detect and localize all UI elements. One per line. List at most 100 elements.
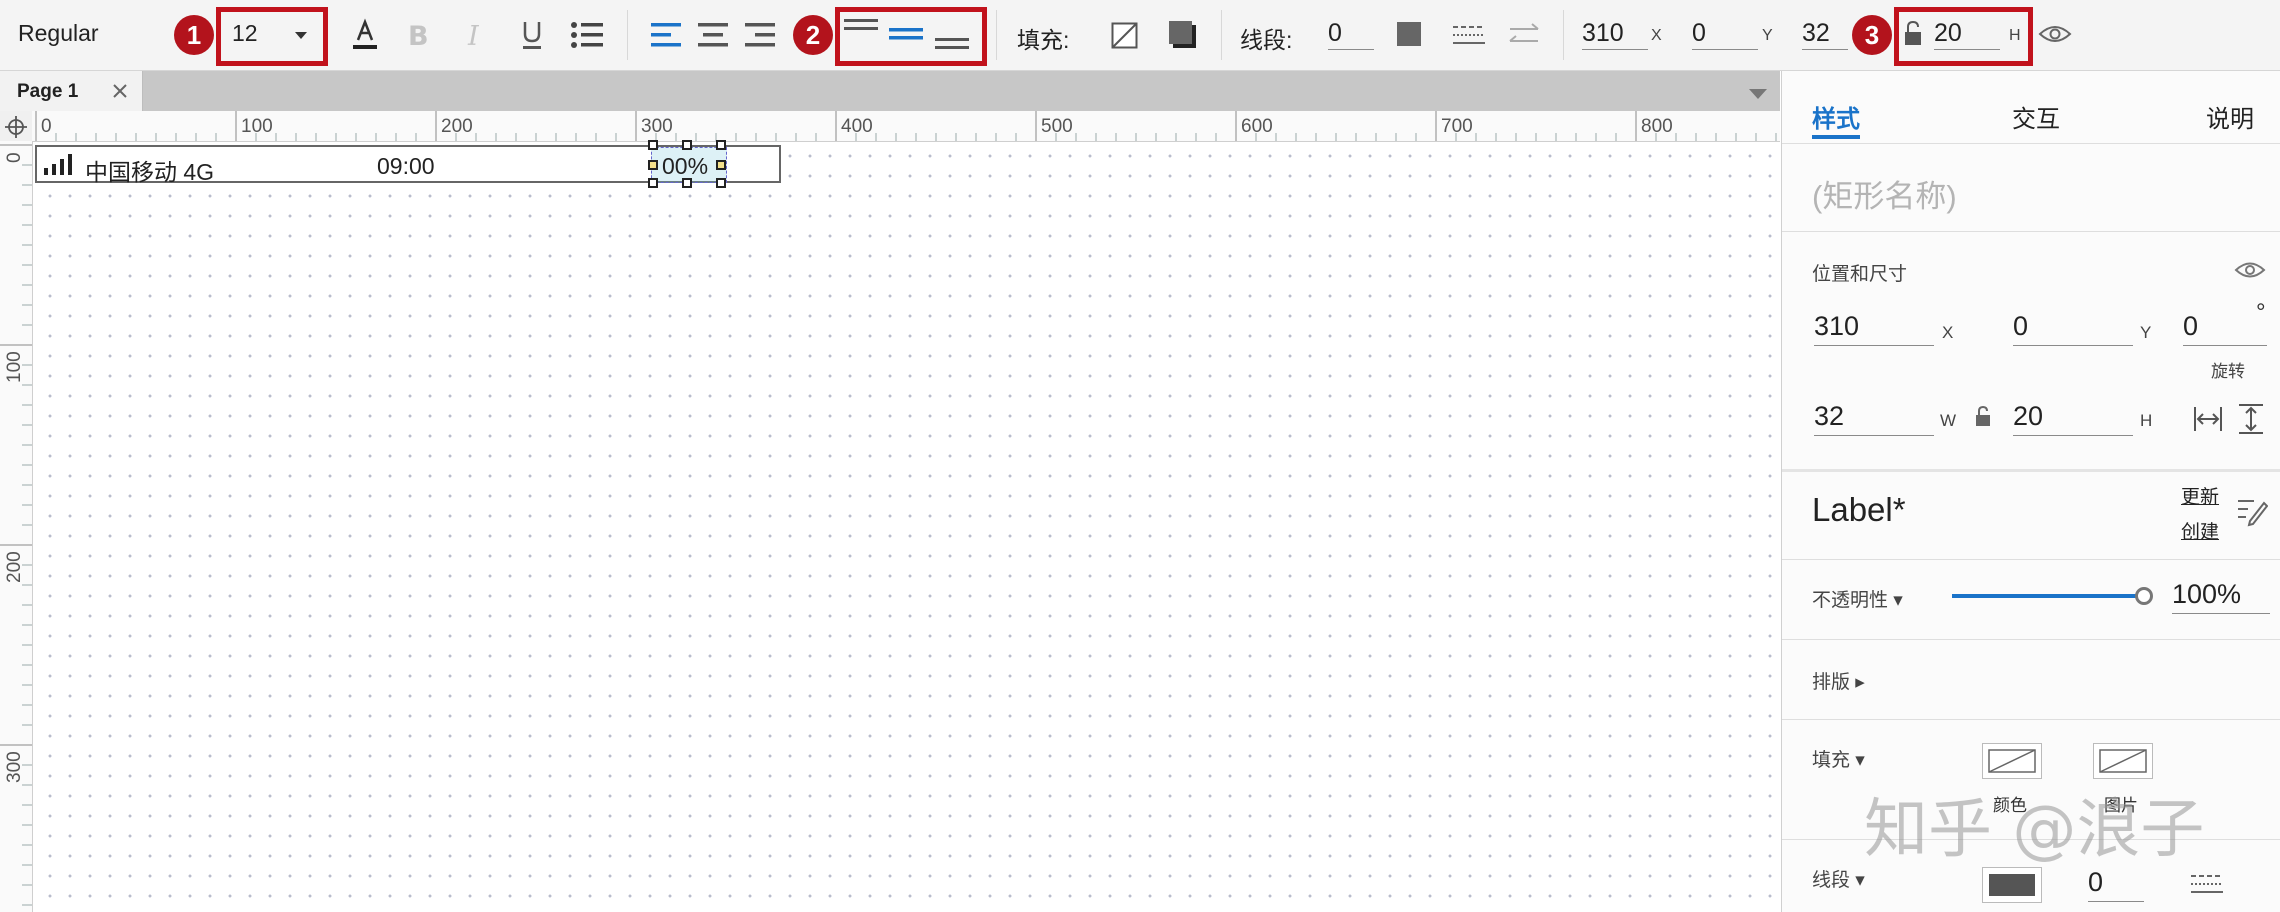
align-left-icon[interactable] <box>651 21 681 49</box>
update-style-link[interactable]: 更新 <box>2181 482 2219 509</box>
resize-handle[interactable] <box>682 178 692 188</box>
divider <box>1782 143 2280 144</box>
toolbar: Regular 1 12 B I 2 填充: 线段: 0 310 X 0 Y 3… <box>0 0 2280 71</box>
crosshair-icon[interactable] <box>5 116 27 138</box>
opacity-slider-track[interactable] <box>1952 594 2144 598</box>
no-fill-icon[interactable] <box>1111 22 1139 50</box>
shape-name-input[interactable]: (矩形名称) <box>1812 171 1957 216</box>
opacity-input[interactable]: 100% <box>2172 575 2270 614</box>
fill-shadow-icon[interactable] <box>1168 20 1198 50</box>
ruler-label: 100 <box>4 351 25 383</box>
close-icon[interactable] <box>112 83 128 99</box>
toolbar-separator <box>627 10 628 60</box>
y-unit-label: Y <box>2140 323 2152 342</box>
unlock-icon[interactable] <box>1975 405 1993 429</box>
battery-label[interactable]: 00% <box>662 153 708 180</box>
resize-handle[interactable] <box>716 140 726 150</box>
font-size-select[interactable]: 12 <box>232 20 258 47</box>
horizontal-ruler: 0 100 200 300 400 500 600 700 800 <box>32 111 1780 142</box>
position-size-label: 位置和尺寸 <box>1812 264 1908 285</box>
style-name-label: Label* <box>1812 491 1906 528</box>
rotation-input[interactable]: 0 <box>2183 307 2267 346</box>
italic-icon[interactable]: I <box>464 20 488 50</box>
bold-icon[interactable]: B <box>405 20 431 50</box>
line-section-toggle[interactable]: 线段 ▾ <box>1812 865 1865 892</box>
tab-page-1[interactable]: Page 1 <box>0 71 143 111</box>
text-color-icon[interactable] <box>350 18 380 52</box>
toolbar-separator <box>1563 10 1564 60</box>
line-color-icon[interactable] <box>1397 22 1423 48</box>
fill-image-swatch[interactable] <box>2093 743 2153 779</box>
toolbar-separator <box>996 10 997 60</box>
x-position-input[interactable]: 310 <box>1814 307 1934 346</box>
x-unit-label: X <box>1942 323 1954 342</box>
underline-icon[interactable] <box>518 18 546 52</box>
width-input[interactable]: 32 <box>1814 397 1934 436</box>
eye-icon[interactable] <box>2234 259 2266 281</box>
signal-icon <box>44 154 72 175</box>
h-input[interactable]: 20 <box>1934 17 2000 50</box>
resize-handle[interactable] <box>716 178 726 188</box>
create-style-link[interactable]: 创建 <box>2181 517 2219 544</box>
arrow-style-icon[interactable] <box>1508 22 1542 48</box>
eye-icon[interactable] <box>2038 22 2072 46</box>
resize-handle[interactable] <box>716 160 726 170</box>
line-dash-icon[interactable] <box>2190 871 2224 897</box>
align-center-icon[interactable] <box>698 21 728 49</box>
edit-style-icon[interactable] <box>2236 495 2268 527</box>
time-label: 09:00 <box>377 153 435 179</box>
w-input[interactable]: 32 <box>1802 17 1848 50</box>
fill-section-toggle[interactable]: 填充 ▾ <box>1812 745 1865 772</box>
tab-interaction[interactable]: 交互 <box>2012 99 2060 134</box>
fill-color-swatch[interactable] <box>1982 743 2042 779</box>
opacity-slider-handle[interactable] <box>2135 587 2153 605</box>
tab-label: Page 1 <box>17 81 79 102</box>
height-input[interactable]: 20 <box>2013 397 2133 436</box>
tab-style[interactable]: 样式 <box>1812 99 1860 134</box>
tab-notes[interactable]: 说明 <box>2206 99 2254 134</box>
rotation-label: 旋转 <box>2211 362 2245 381</box>
y-input[interactable]: 0 <box>1692 17 1758 50</box>
ruler-label: 0 <box>41 116 52 137</box>
ruler-corner <box>0 111 33 142</box>
fit-width-icon[interactable] <box>2193 405 2223 433</box>
valign-bottom-icon[interactable] <box>934 17 970 51</box>
ruler-label: 300 <box>4 751 25 783</box>
x-unit-label: X <box>1651 27 1662 44</box>
active-tab-indicator <box>1812 135 1860 139</box>
ruler-label: 100 <box>241 116 273 137</box>
ruler-label: 500 <box>1041 116 1073 137</box>
y-position-input[interactable]: 0 <box>2013 307 2133 346</box>
resize-handle[interactable] <box>648 140 658 150</box>
annotation-marker-2: 2 <box>793 15 833 55</box>
align-right-icon[interactable] <box>745 21 775 49</box>
x-input[interactable]: 310 <box>1582 17 1648 50</box>
ruler-label: 200 <box>4 551 25 583</box>
layout-section-toggle[interactable]: 排版 ▸ <box>1812 667 1865 694</box>
resize-handle[interactable] <box>648 160 658 170</box>
line-dash-icon[interactable] <box>1452 22 1486 48</box>
fit-height-icon[interactable] <box>2237 403 2265 435</box>
font-weight-select[interactable]: Regular <box>18 20 99 47</box>
ruler-label: 300 <box>641 116 673 137</box>
resize-handle[interactable] <box>682 140 692 150</box>
valign-top-icon[interactable] <box>843 17 879 51</box>
degree-unit-label: ° <box>2256 299 2266 326</box>
line-width-input[interactable]: 0 <box>1328 17 1374 50</box>
vertical-ruler: 0 100 200 300 <box>0 141 33 912</box>
divider <box>1782 639 2280 640</box>
unlock-icon[interactable] <box>1903 20 1925 48</box>
bullet-list-icon[interactable] <box>570 20 604 50</box>
resize-handle[interactable] <box>648 178 658 188</box>
svg-text:B: B <box>408 21 429 50</box>
ruler-label: 800 <box>1641 116 1673 137</box>
status-bar-widget[interactable]: 中国移动 4G 09:00 00% <box>35 145 781 185</box>
line-color-swatch[interactable] <box>1982 867 2042 903</box>
opacity-label[interactable]: 不透明性 ▾ <box>1812 585 1903 612</box>
valign-middle-icon[interactable] <box>888 17 924 51</box>
chevron-down-icon[interactable] <box>294 30 308 40</box>
design-canvas[interactable] <box>33 142 1780 912</box>
ruler-label: 400 <box>841 116 873 137</box>
watermark: 知乎 @浪子 <box>1864 793 2205 867</box>
chevron-down-icon[interactable] <box>1748 88 1768 100</box>
